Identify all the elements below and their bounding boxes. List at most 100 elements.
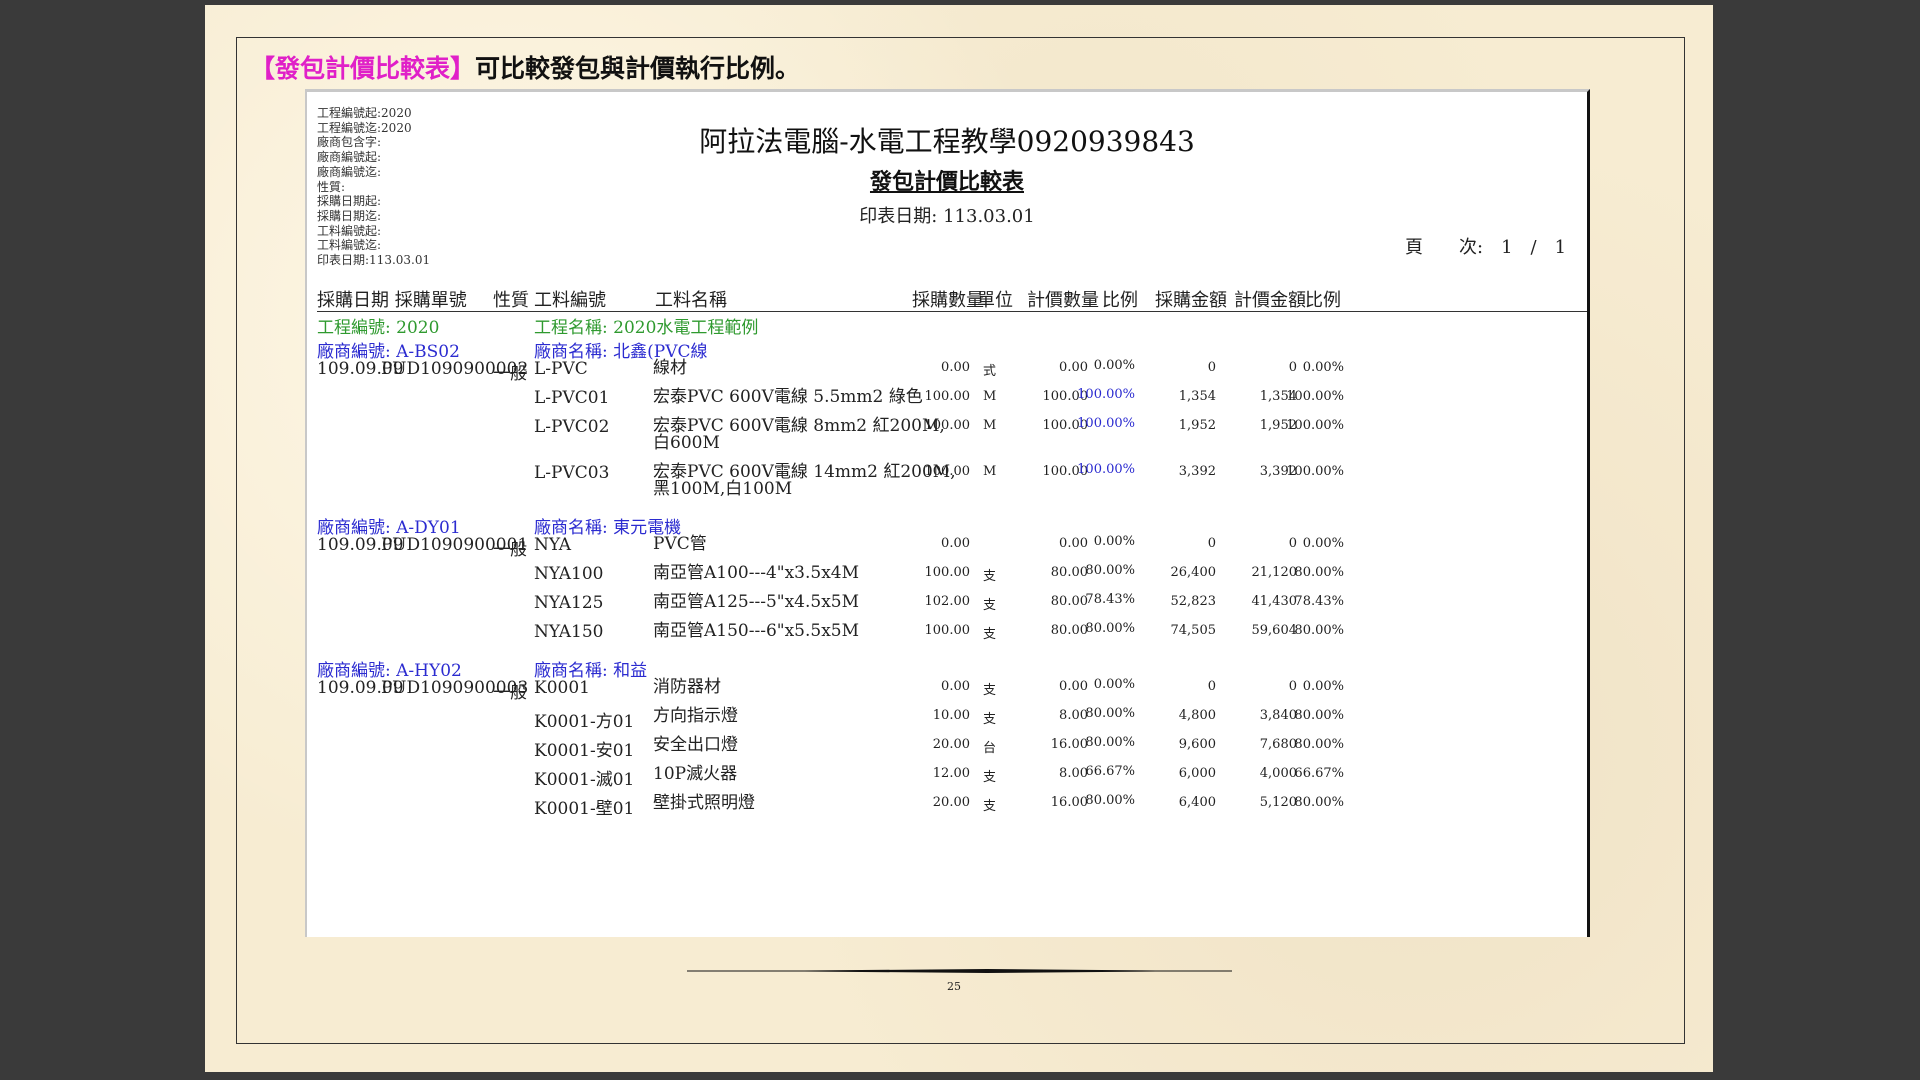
purchase-amount: 1,354 (1178, 389, 1216, 404)
amount-ratio: 80.00% (1294, 623, 1344, 638)
item-code: L-PVC02 (534, 417, 610, 437)
item-code: K0001-滅01 (534, 770, 635, 790)
item-name: 安全出口燈 (653, 735, 738, 755)
item-code: L-PVC01 (534, 388, 610, 408)
qty-ratio: 78.43% (1085, 592, 1135, 607)
unit: 支 (983, 712, 997, 727)
billed-amount: 7,680 (1259, 737, 1297, 752)
item-code: K0001-方01 (534, 712, 635, 732)
header-name: 工料名稱 (655, 290, 727, 311)
purchase-amount: 4,800 (1178, 708, 1216, 723)
item-code: L-PVC (534, 359, 588, 379)
purchase-qty: 100.00 (924, 464, 971, 479)
item-code: NYA100 (534, 564, 604, 584)
purchase-amount: 1,952 (1178, 418, 1216, 433)
unit: 支 (983, 598, 997, 613)
purchase-amount: 74,505 (1170, 623, 1217, 638)
qty-ratio: 80.00% (1085, 793, 1135, 808)
report-title-text: 發包計價比較表 (869, 169, 1024, 195)
purchase-amount: 0 (1207, 536, 1216, 551)
item-code: L-PVC03 (534, 463, 610, 483)
header-unit: 單位 (977, 290, 1013, 311)
slide-heading: 【發包計價比較表】可比較發包與計價執行比例。 (250, 49, 800, 85)
qty-ratio: 100.00% (1077, 462, 1135, 477)
purchase-amount: 6,000 (1178, 766, 1216, 781)
purchase-qty: 20.00 (932, 795, 970, 810)
unit: 支 (983, 770, 997, 785)
item-name: 黑100M,白100M (653, 479, 793, 499)
purchase-amount: 6,400 (1178, 795, 1216, 810)
report-title: 發包計價比較表 (307, 164, 1587, 196)
item-code: NYA (534, 535, 572, 555)
unit: 支 (983, 627, 997, 642)
company-title: 阿拉法電腦-水電工程教學0920939843 (699, 125, 1195, 158)
item-name: 宏泰PVC 600V電線 5.5mm2 綠色 (653, 387, 923, 407)
item-name: 方向指示燈 (653, 706, 738, 726)
purchase-amount: 0 (1207, 679, 1216, 694)
purchase-qty: 100.00 (924, 389, 971, 404)
purchase-amount: 0 (1207, 360, 1216, 375)
header-ratio: 比例 (1102, 290, 1138, 311)
qty-ratio: 80.00% (1085, 621, 1135, 636)
header-amount: 採購金額 (1155, 290, 1227, 311)
amount-ratio: 100.00% (1286, 389, 1344, 404)
report-screenshot: 工程編號起:2020 工程編號迄:2020 廠商包含字: 廠商編號起: 廠商編號迄: 性質… (305, 89, 1590, 937)
item-name: 10P滅火器 (653, 764, 738, 784)
footer-line (687, 969, 1232, 973)
param-line: 工料編號迄: (317, 238, 382, 253)
purchase-qty: 0.00 (941, 536, 970, 551)
param-line: 工程編號起:2020 (317, 106, 412, 120)
item-name: 消防器材 (653, 677, 721, 697)
heading-text: 可比較發包與計價執行比例。 (475, 54, 801, 83)
billed-qty: 0.00 (1059, 360, 1088, 375)
item-code: K0001 (534, 678, 590, 698)
print-date: 印表日期: 113.03.01 (859, 206, 1035, 227)
unit: M (983, 464, 997, 479)
qty-ratio: 0.00% (1093, 534, 1135, 549)
project-code: 工程編號: 2020 (317, 318, 440, 338)
purchase-qty: 20.00 (932, 737, 970, 752)
billed-qty: 80.00 (1050, 623, 1088, 638)
item-type: 一般 (493, 364, 527, 384)
billed-amount: 5,120 (1259, 795, 1297, 810)
param-line: 印表日期:113.03.01 (317, 253, 431, 268)
qty-ratio: 100.00% (1077, 387, 1135, 402)
item-type: 一般 (493, 540, 527, 560)
header-bill-qty: 計價數量 (1027, 290, 1099, 311)
billed-qty: 8.00 (1059, 766, 1088, 781)
billed-qty: 16.00 (1050, 737, 1088, 752)
billed-amount: 21,120 (1251, 565, 1298, 580)
header-ratio-2: 比例 (1305, 290, 1341, 311)
qty-ratio: 0.00% (1093, 358, 1135, 373)
billed-qty: 0.00 (1059, 536, 1088, 551)
amount-ratio: 80.00% (1294, 795, 1344, 810)
purchase-amount: 26,400 (1170, 565, 1217, 580)
unit: 支 (983, 683, 997, 698)
page-number: 25 (947, 980, 961, 993)
purchase-qty: 100.00 (924, 623, 971, 638)
purchase-amount: 52,823 (1170, 594, 1217, 609)
billed-amount: 41,430 (1251, 594, 1298, 609)
header-date-po: 採購日期 採購單號 (317, 290, 467, 311)
header-bill-amount: 計價金額 (1234, 290, 1306, 311)
billed-amount: 59,604 (1251, 623, 1298, 638)
amount-ratio: 66.67% (1294, 766, 1344, 781)
item-name: 南亞管A150---6"x5.5x5M (653, 621, 860, 641)
billed-amount: 4,000 (1259, 766, 1297, 781)
unit: 台 (983, 741, 997, 756)
slide-page: 【發包計價比較表】可比較發包與計價執行比例。 工程編號起:2020 工程編號迄:2… (205, 5, 1713, 1072)
purchase-qty: 102.00 (924, 594, 971, 609)
amount-ratio: 0.00% (1302, 679, 1344, 694)
amount-ratio: 0.00% (1302, 536, 1344, 551)
amount-ratio: 80.00% (1294, 737, 1344, 752)
purchase-qty: 10.00 (932, 708, 970, 723)
project-name: 工程名稱: 2020水電工程範例 (534, 318, 759, 338)
header-qty: 採購數量 (912, 290, 984, 311)
item-code: NYA125 (534, 593, 604, 613)
item-code: K0001-壁01 (534, 799, 635, 819)
amount-ratio: 80.00% (1294, 708, 1344, 723)
qty-ratio: 80.00% (1085, 735, 1135, 750)
unit: 式 (983, 364, 997, 379)
qty-ratio: 0.00% (1093, 677, 1135, 692)
billed-amount: 0 (1288, 536, 1297, 551)
